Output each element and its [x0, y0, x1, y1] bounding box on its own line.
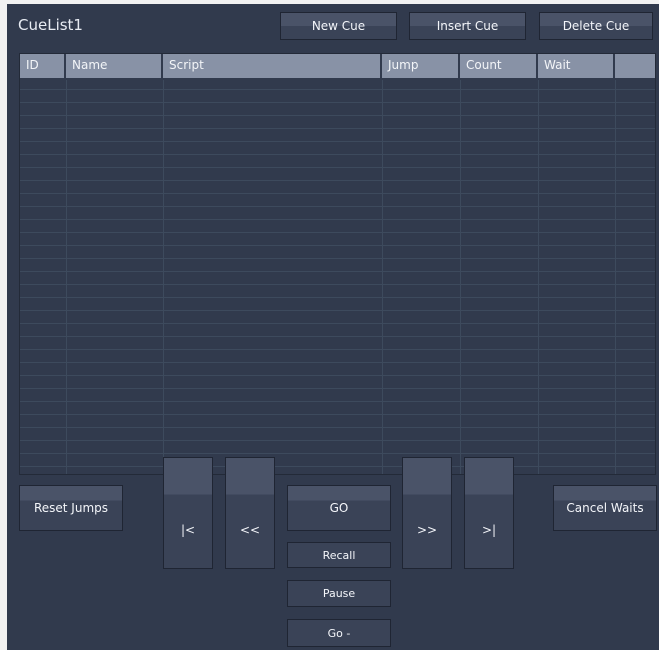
reset-jumps-button[interactable]: Reset Jumps [19, 485, 123, 531]
grid-row-line [20, 128, 655, 129]
cue-table-header: ID Name Script Jump Count Wait [20, 54, 655, 78]
grid-row-line [20, 102, 655, 103]
column-header-id[interactable]: ID [20, 54, 66, 78]
recall-button[interactable]: Recall [287, 542, 391, 568]
grid-row-line [20, 115, 655, 116]
grid-row-line [20, 219, 655, 220]
first-cue-button[interactable]: |< [163, 457, 213, 569]
cue-list-panel: CueList1 New Cue Insert Cue Delete Cue I… [7, 4, 659, 650]
previous-cue-button[interactable]: << [225, 457, 275, 569]
delete-cue-button[interactable]: Delete Cue [539, 12, 653, 40]
grid-row-line [20, 362, 655, 363]
grid-row-line [20, 375, 655, 376]
grid-row-line [20, 154, 655, 155]
grid-row-line [20, 414, 655, 415]
grid-row-line [20, 284, 655, 285]
grid-row-line [20, 89, 655, 90]
grid-row-line [20, 336, 655, 337]
first-cue-icon: |< [180, 523, 196, 537]
insert-cue-button[interactable]: Insert Cue [409, 12, 526, 40]
go-back-button[interactable]: Go - [287, 619, 391, 647]
window-title: CueList1 [18, 16, 83, 34]
grid-row-line [20, 466, 655, 467]
cancel-waits-button[interactable]: Cancel Waits [553, 485, 657, 531]
grid-row-line [20, 271, 655, 272]
grid-row-line [20, 141, 655, 142]
next-cue-icon: >> [416, 523, 438, 537]
new-cue-button[interactable]: New Cue [280, 12, 397, 40]
grid-row-line [20, 297, 655, 298]
grid-row-line [20, 245, 655, 246]
grid-row-line [20, 388, 655, 389]
grid-row-line [20, 193, 655, 194]
grid-row-line [20, 206, 655, 207]
grid-row-line [20, 440, 655, 441]
pause-button[interactable]: Pause [287, 580, 391, 607]
grid-row-line [20, 401, 655, 402]
next-cue-button[interactable]: >> [402, 457, 452, 569]
previous-cue-icon: << [239, 523, 261, 537]
column-header-count[interactable]: Count [460, 54, 538, 78]
cue-table-body[interactable] [20, 80, 655, 474]
grid-row-line [20, 310, 655, 311]
column-header-extra[interactable] [615, 54, 655, 78]
grid-row-line [20, 180, 655, 181]
last-cue-icon: >| [481, 523, 497, 537]
grid-row-line [20, 453, 655, 454]
column-header-jump[interactable]: Jump [382, 54, 460, 78]
grid-row-line [20, 323, 655, 324]
last-cue-button[interactable]: >| [464, 457, 514, 569]
column-header-script[interactable]: Script [163, 54, 382, 78]
grid-row-line [20, 258, 655, 259]
column-header-wait[interactable]: Wait [538, 54, 615, 78]
grid-row-line [20, 427, 655, 428]
cue-table[interactable]: ID Name Script Jump Count Wait [19, 53, 656, 475]
grid-row-line [20, 167, 655, 168]
go-button[interactable]: GO [287, 485, 391, 531]
column-header-name[interactable]: Name [66, 54, 163, 78]
grid-row-line [20, 232, 655, 233]
grid-row-line [20, 349, 655, 350]
